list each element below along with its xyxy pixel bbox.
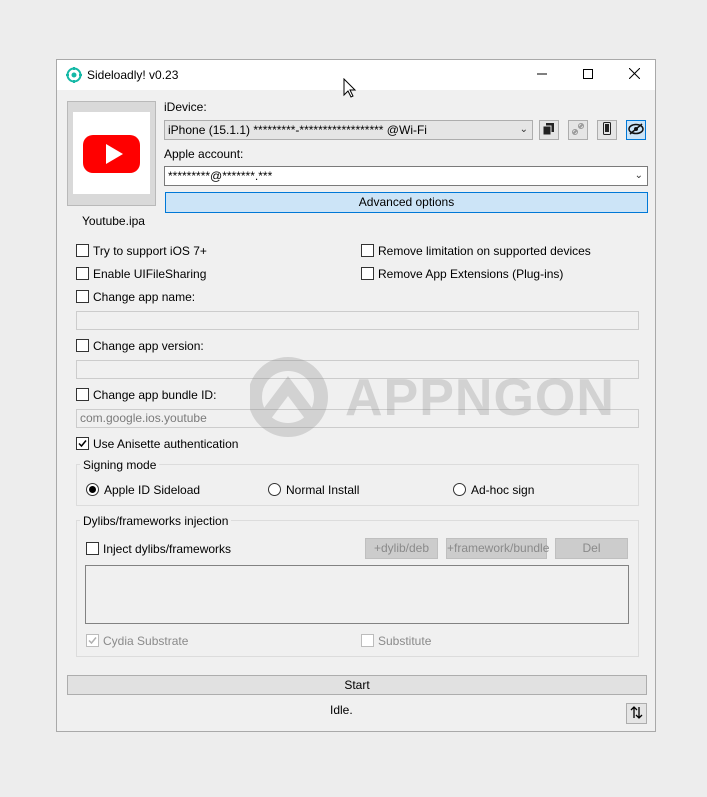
- remove-limitation-label: Remove limitation on supported devices: [378, 244, 591, 258]
- anisette-checkbox[interactable]: [76, 437, 89, 450]
- minimize-icon: [537, 68, 547, 82]
- start-button[interactable]: Start: [67, 675, 647, 695]
- youtube-icon: [73, 112, 150, 194]
- delete-dylib-button[interactable]: Del: [555, 538, 628, 559]
- broken-link-icon: [571, 122, 585, 139]
- change-version-label: Change app version:: [93, 339, 204, 353]
- hide-info-button[interactable]: [626, 120, 646, 140]
- radio-apple-id-sideload[interactable]: [86, 483, 99, 496]
- mouse-cursor-icon: [343, 77, 357, 101]
- add-framework-button[interactable]: +framework/bundle: [446, 538, 549, 559]
- apple-account-select[interactable]: *********@*******.*** ⌄: [164, 166, 648, 186]
- apple-account-label: Apple account:: [164, 147, 244, 161]
- remove-extensions-checkbox[interactable]: [361, 267, 374, 280]
- substitute-label: Substitute: [378, 634, 432, 648]
- remove-limitation-checkbox[interactable]: [361, 244, 374, 257]
- radio-adhoc-sign[interactable]: [453, 483, 466, 496]
- eye-hidden-icon: [628, 122, 644, 138]
- remove-extensions-label: Remove App Extensions (Plug-ins): [378, 267, 564, 281]
- close-icon: [628, 67, 640, 82]
- idevice-label: iDevice:: [164, 100, 207, 114]
- idevice-value: iPhone (15.1.1) *********-**************…: [168, 123, 427, 137]
- unlink-button[interactable]: [568, 120, 588, 140]
- change-name-label: Change app name:: [93, 290, 196, 304]
- substitute-checkbox[interactable]: [361, 634, 374, 647]
- app-name-input[interactable]: [76, 311, 639, 330]
- phone-icon: [603, 122, 611, 138]
- add-dylib-button[interactable]: +dylib/deb: [365, 538, 438, 559]
- advanced-options-button[interactable]: Advanced options: [165, 192, 648, 213]
- copy-button[interactable]: [539, 120, 559, 140]
- change-bundle-checkbox[interactable]: [76, 388, 89, 401]
- maximize-button[interactable]: [565, 60, 611, 90]
- ipa-filename: Youtube.ipa: [82, 214, 145, 228]
- dylibs-title: Dylibs/frameworks injection: [80, 514, 232, 528]
- ios7-checkbox[interactable]: [76, 244, 89, 257]
- sideloadly-logo-icon: [66, 67, 82, 83]
- minimize-button[interactable]: [519, 60, 565, 90]
- inject-dylibs-checkbox[interactable]: [86, 542, 99, 555]
- filesharing-checkbox[interactable]: [76, 267, 89, 280]
- inject-dylibs-label: Inject dylibs/frameworks: [103, 542, 232, 556]
- checkmark-icon: [78, 440, 87, 448]
- app-version-input[interactable]: [76, 360, 639, 379]
- chevron-down-icon: ⌄: [634, 170, 643, 181]
- cydia-substrate-checkbox[interactable]: [86, 634, 99, 647]
- idevice-select[interactable]: iPhone (15.1.1) *********-**************…: [164, 120, 533, 140]
- copy-icon: [542, 122, 555, 138]
- radio-normal-install[interactable]: [268, 483, 281, 496]
- window-title: Sideloadly! v0.23: [87, 68, 179, 82]
- log-toggle-button[interactable]: [626, 703, 647, 724]
- apple-account-value: *********@*******.***: [168, 169, 273, 183]
- sideloadly-window: Sideloadly! v0.23 Youtube.ipa iDevice: i…: [56, 59, 656, 732]
- dylibs-list[interactable]: [85, 565, 629, 624]
- signing-mode-title: Signing mode: [80, 458, 160, 472]
- change-name-checkbox[interactable]: [76, 290, 89, 303]
- sort-arrows-icon: [630, 705, 643, 722]
- adhoc-sign-label: Ad-hoc sign: [471, 483, 535, 497]
- anisette-label: Use Anisette authentication: [93, 437, 239, 451]
- change-version-checkbox[interactable]: [76, 339, 89, 352]
- device-button[interactable]: [597, 120, 617, 140]
- checkmark-icon: [88, 637, 97, 645]
- app-icon-drop-area[interactable]: [67, 101, 156, 206]
- ios7-label: Try to support iOS 7+: [93, 244, 207, 258]
- change-bundle-label: Change app bundle ID:: [93, 388, 217, 402]
- close-button[interactable]: [611, 60, 657, 90]
- maximize-icon: [583, 68, 593, 82]
- apple-id-sideload-label: Apple ID Sideload: [104, 483, 201, 497]
- chevron-down-icon: ⌄: [519, 124, 528, 135]
- bundle-id-input[interactable]: com.google.ios.youtube: [76, 409, 639, 428]
- status-text: Idle.: [330, 703, 353, 717]
- normal-install-label: Normal Install: [286, 483, 360, 497]
- cydia-substrate-label: Cydia Substrate: [103, 634, 189, 648]
- filesharing-label: Enable UIFileSharing: [93, 267, 207, 281]
